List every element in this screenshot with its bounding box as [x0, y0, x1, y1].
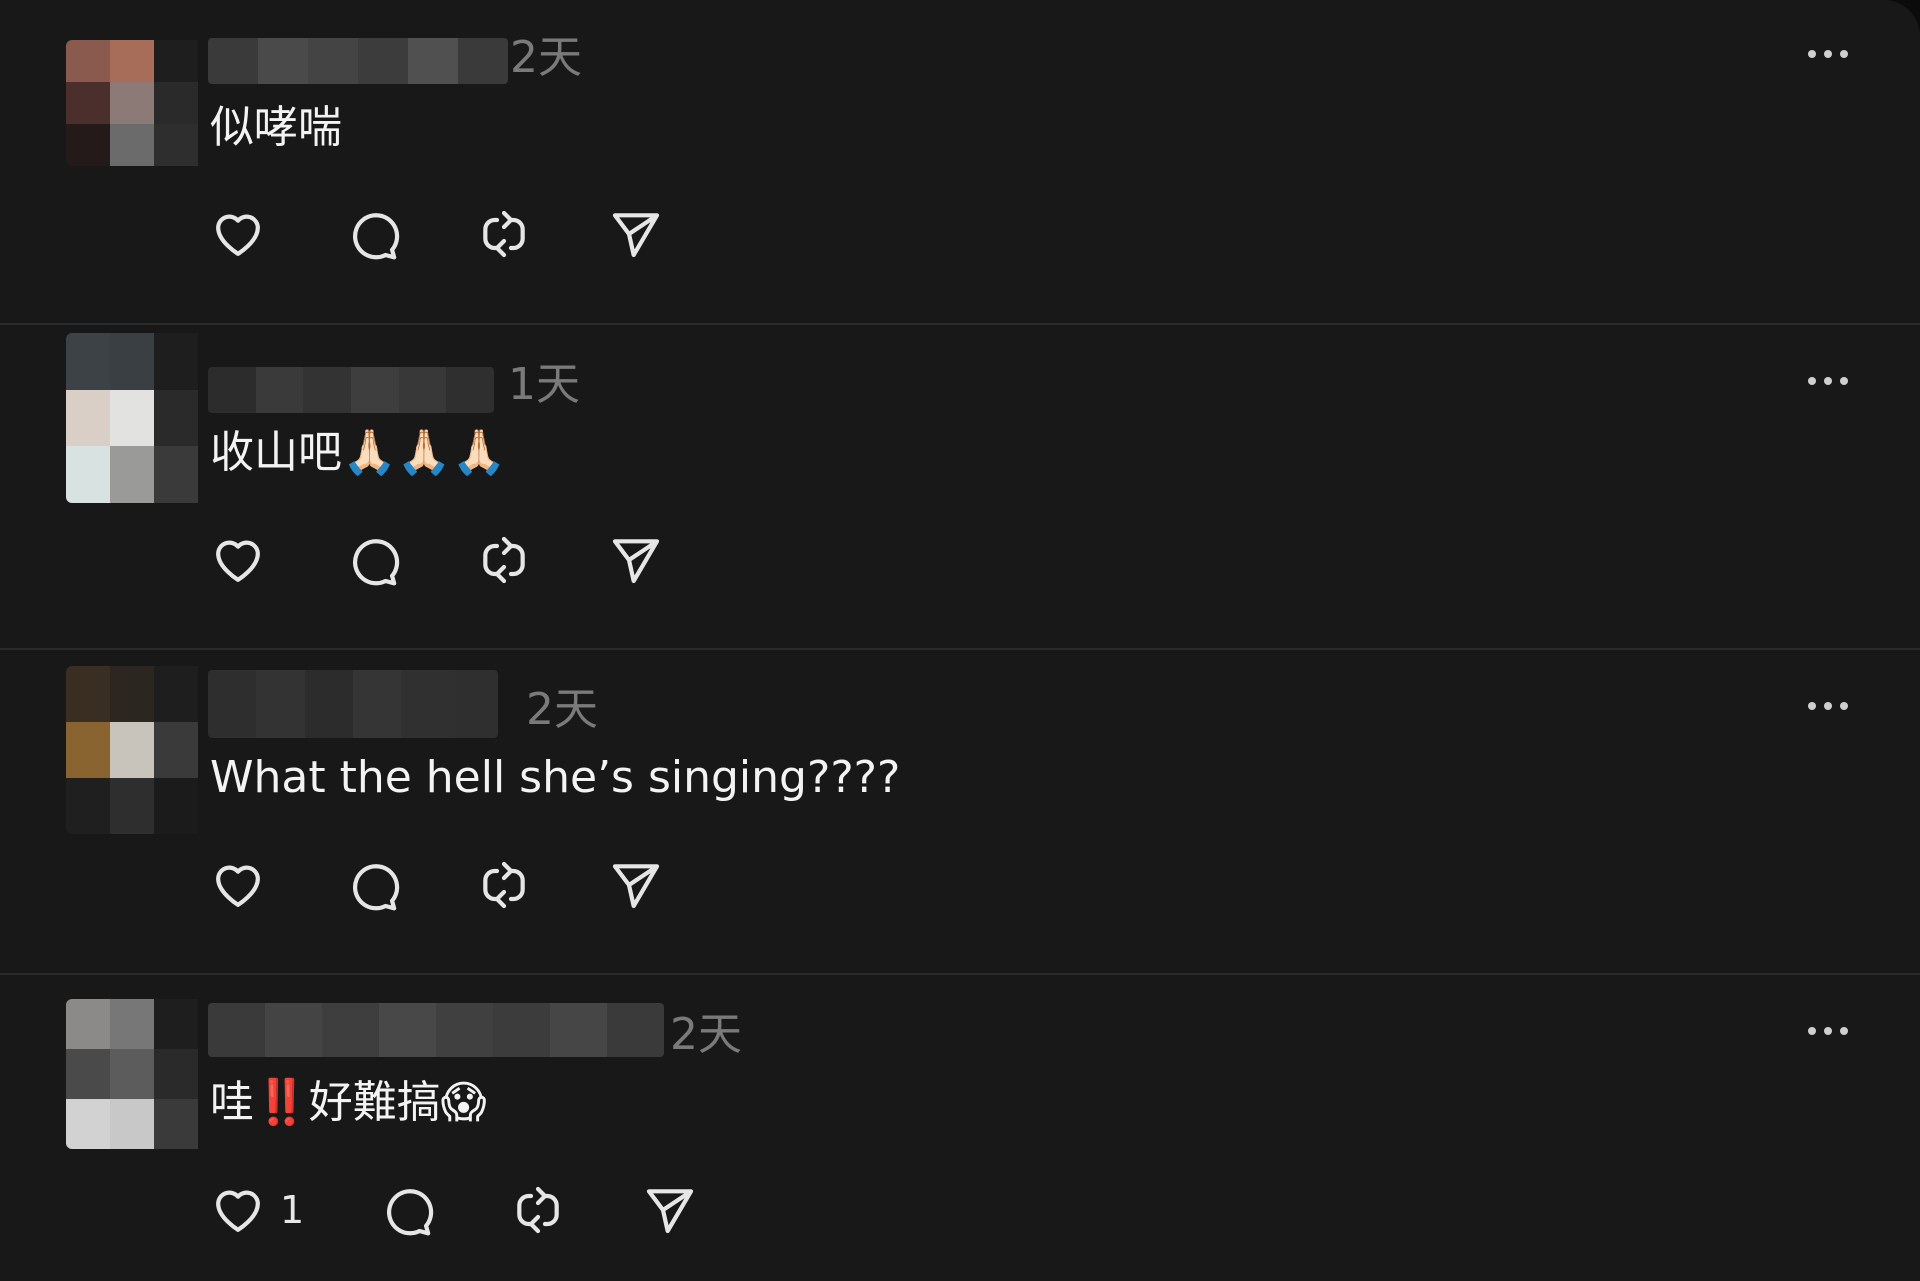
send-icon: [612, 539, 660, 584]
more-options-icon[interactable]: [1806, 700, 1850, 712]
comment-text: 似哮喘: [210, 102, 342, 153]
reply-button[interactable]: [344, 203, 400, 265]
comment-post: 1天 收山吧🙏🏻🙏🏻🙏🏻: [0, 325, 1920, 650]
more-options-icon[interactable]: [1806, 1025, 1850, 1037]
comment-text: What the hell she’s singing????: [210, 752, 901, 803]
share-button[interactable]: [608, 529, 664, 591]
heart-icon: [216, 540, 260, 582]
like-button[interactable]: 1: [210, 1179, 304, 1241]
comment-text: 收山吧🙏🏻🙏🏻🙏🏻: [210, 427, 507, 478]
comment-post: 2天 What the hell she’s singing????: [0, 650, 1920, 975]
like-count: 1: [280, 1188, 305, 1232]
repost-arrows-icon: [483, 210, 525, 258]
comment-bubble-icon: [353, 539, 400, 586]
post-time: 2天: [510, 32, 582, 83]
post-time: 2天: [526, 684, 598, 735]
post-time: 2天: [670, 1009, 742, 1060]
like-button[interactable]: [210, 854, 266, 916]
like-button[interactable]: [210, 203, 266, 265]
share-button[interactable]: [642, 1179, 698, 1241]
comment-thread-panel: 2天 似哮喘 1天 收山吧🙏🏻🙏🏻🙏🏻 2天 What the hell she…: [0, 0, 1920, 1281]
repost-button[interactable]: [476, 854, 532, 916]
like-button[interactable]: [210, 529, 266, 591]
comment-text: 哇‼️好難搞😱: [210, 1071, 487, 1135]
username-blurred[interactable]: [208, 38, 508, 84]
double-exclamation-emoji: ‼️: [254, 1077, 309, 1128]
repost-button[interactable]: [510, 1179, 566, 1241]
share-button[interactable]: [608, 854, 664, 916]
share-button[interactable]: [608, 203, 664, 265]
comment-bubble-icon: [387, 1189, 434, 1236]
reply-button[interactable]: [344, 529, 400, 591]
comment-text-part: 好難搞😱: [308, 1077, 487, 1128]
reply-button[interactable]: [378, 1179, 434, 1241]
username-blurred[interactable]: [208, 670, 498, 738]
comment-post: 2天 似哮喘: [0, 0, 1920, 325]
more-options-icon[interactable]: [1806, 48, 1850, 60]
post-time: 1天: [508, 359, 580, 410]
send-icon: [646, 1189, 694, 1234]
heart-icon: [216, 214, 260, 256]
repost-arrows-icon: [517, 1186, 559, 1234]
username-blurred[interactable]: [208, 1003, 664, 1057]
send-icon: [612, 213, 660, 258]
heart-icon: [216, 865, 260, 907]
more-options-icon[interactable]: [1806, 375, 1850, 387]
comment-post: 2天 哇‼️好難搞😱 1: [0, 975, 1920, 1281]
repost-arrows-icon: [483, 861, 525, 909]
repost-button[interactable]: [476, 203, 532, 265]
avatar[interactable]: [66, 40, 198, 166]
comment-bubble-icon: [353, 864, 400, 911]
comment-text-part: 哇: [210, 1077, 254, 1128]
comment-bubble-icon: [353, 213, 400, 260]
reply-button[interactable]: [344, 854, 400, 916]
avatar[interactable]: [66, 333, 198, 503]
repost-arrows-icon: [483, 536, 525, 584]
send-icon: [612, 864, 660, 909]
heart-icon: [216, 1190, 260, 1232]
avatar[interactable]: [66, 999, 198, 1149]
username-blurred[interactable]: [208, 367, 494, 413]
avatar[interactable]: [66, 666, 198, 834]
repost-button[interactable]: [476, 529, 532, 591]
